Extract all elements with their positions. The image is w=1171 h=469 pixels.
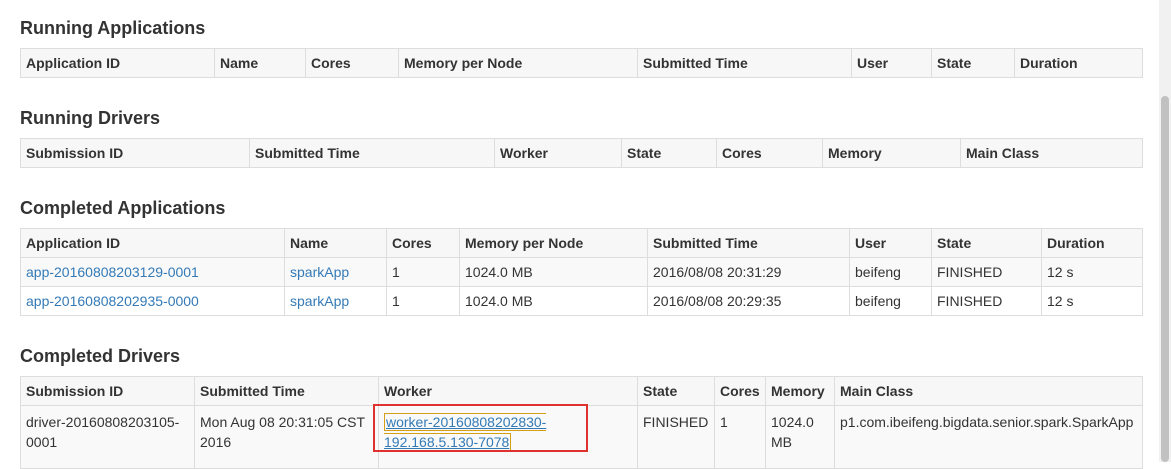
running-applications-title: Running Applications xyxy=(20,18,206,38)
vertical-scrollbar[interactable] xyxy=(1159,0,1171,462)
app-name-link[interactable]: sparkApp xyxy=(290,293,349,309)
col-header[interactable]: Main Class xyxy=(960,138,1143,168)
col-header[interactable]: Submission ID xyxy=(20,376,195,406)
submitted-time-cell: 2016/08/08 20:31:29 xyxy=(647,257,850,287)
col-header[interactable]: Submission ID xyxy=(20,138,250,168)
col-header[interactable]: User xyxy=(851,48,932,78)
user-cell: beifeng xyxy=(849,286,932,316)
running-drivers-title: Running Drivers xyxy=(20,108,161,128)
completed-applications-title: Completed Applications xyxy=(20,198,226,218)
table-header-row: Application ID Name Cores Memory per Nod… xyxy=(20,228,1143,258)
col-header[interactable]: Submitted Time xyxy=(249,138,495,168)
completed-applications-table: Application ID Name Cores Memory per Nod… xyxy=(20,228,1143,316)
app-id-link[interactable]: app-20160808202935-0000 xyxy=(26,293,199,309)
duration-cell: 12 s xyxy=(1041,257,1143,287)
col-header[interactable]: Memory xyxy=(765,376,835,406)
table-row: app-20160808202935-0000 sparkApp 1 1024.… xyxy=(20,286,1143,316)
submitted-time-cell: Mon Aug 08 20:31:05 CST 2016 xyxy=(194,405,379,469)
highlight-annotation-box xyxy=(373,404,588,452)
col-header[interactable]: Main Class xyxy=(834,376,1143,406)
col-header[interactable]: Duration xyxy=(1014,48,1143,78)
col-header[interactable]: Application ID xyxy=(20,48,215,78)
user-cell: beifeng xyxy=(849,257,932,287)
col-header[interactable]: Cores xyxy=(716,138,823,168)
col-header[interactable]: Worker xyxy=(494,138,622,168)
col-header[interactable]: Cores xyxy=(305,48,399,78)
col-header[interactable]: Submitted Time xyxy=(647,228,850,258)
state-cell: FINISHED xyxy=(637,405,715,469)
submitted-time-cell: 2016/08/08 20:29:35 xyxy=(647,286,850,316)
submission-id-cell: driver-20160808203105-0001 xyxy=(20,405,195,469)
col-header[interactable]: Memory per Node xyxy=(459,228,648,258)
app-name-link[interactable]: sparkApp xyxy=(290,264,349,280)
col-header[interactable]: Worker xyxy=(378,376,638,406)
col-header[interactable]: Cores xyxy=(714,376,766,406)
memory-cell: 1024.0 MB xyxy=(459,257,648,287)
state-cell: FINISHED xyxy=(931,286,1042,316)
col-header[interactable]: User xyxy=(849,228,932,258)
cores-cell: 1 xyxy=(714,405,766,469)
col-header[interactable]: Application ID xyxy=(20,228,285,258)
col-header[interactable]: State xyxy=(637,376,715,406)
col-header[interactable]: Submitted Time xyxy=(194,376,379,406)
memory-cell: 1024.0 MB xyxy=(459,286,648,316)
col-header[interactable]: Memory per Node xyxy=(398,48,638,78)
col-header[interactable]: Name xyxy=(284,228,387,258)
state-cell: FINISHED xyxy=(931,257,1042,287)
table-header-row: Submission ID Submitted Time Worker Stat… xyxy=(20,376,1143,406)
table-header-row: Submission ID Submitted Time Worker Stat… xyxy=(20,138,1143,168)
completed-drivers-title: Completed Drivers xyxy=(20,346,181,366)
cores-cell: 1 xyxy=(386,286,460,316)
col-header[interactable]: Submitted Time xyxy=(637,48,852,78)
col-header[interactable]: Name xyxy=(214,48,306,78)
app-id-link[interactable]: app-20160808203129-0001 xyxy=(26,264,199,280)
cores-cell: 1 xyxy=(386,257,460,287)
running-applications-table: Application ID Name Cores Memory per Nod… xyxy=(20,48,1143,78)
col-header[interactable]: State xyxy=(931,228,1042,258)
col-header[interactable]: Memory xyxy=(822,138,961,168)
table-row: app-20160808203129-0001 sparkApp 1 1024.… xyxy=(20,257,1143,287)
col-header[interactable]: Duration xyxy=(1041,228,1143,258)
col-header[interactable]: State xyxy=(931,48,1015,78)
table-header-row: Application ID Name Cores Memory per Nod… xyxy=(20,48,1143,78)
scrollbar-thumb[interactable] xyxy=(1161,96,1169,462)
col-header[interactable]: Cores xyxy=(386,228,460,258)
memory-cell: 1024.0 MB xyxy=(765,405,835,469)
col-header[interactable]: State xyxy=(621,138,717,168)
main-class-cell: p1.com.ibeifeng.bigdata.senior.spark.Spa… xyxy=(834,405,1143,469)
duration-cell: 12 s xyxy=(1041,286,1143,316)
running-drivers-table: Submission ID Submitted Time Worker Stat… xyxy=(20,138,1143,168)
